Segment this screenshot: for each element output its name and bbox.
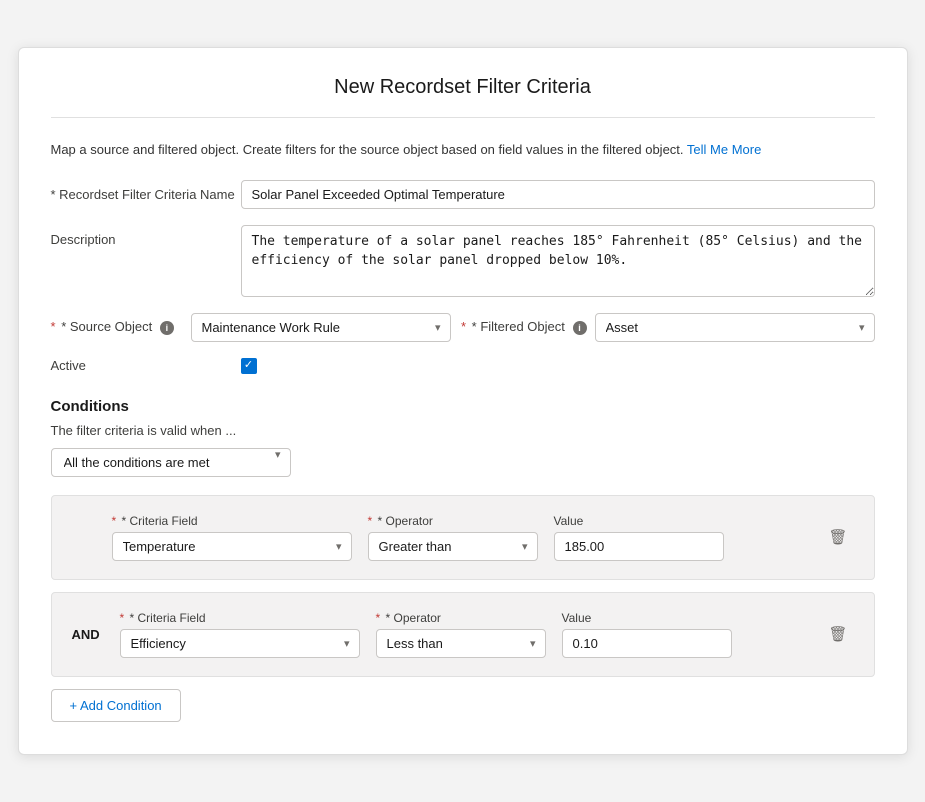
- condition-1-criteria-select-wrapper: Temperature ▾: [112, 532, 352, 561]
- condition-2-operator-group: * * Operator Less than Greater than Equa…: [376, 611, 546, 658]
- condition-2-operator-select-wrapper: Less than Greater than Equals ▾: [376, 629, 546, 658]
- modal-title: New Recordset Filter Criteria: [51, 76, 875, 118]
- filtered-object-label: * * Filtered Object i: [461, 319, 587, 335]
- condition-2-value-input[interactable]: [562, 629, 732, 658]
- modal-container: New Recordset Filter Criteria Map a sour…: [18, 47, 908, 755]
- condition-1-value-group: Value: [554, 514, 724, 561]
- condition-2-criteria-select[interactable]: Efficiency: [120, 629, 360, 658]
- source-object-info-icon[interactable]: i: [160, 321, 174, 335]
- description-textarea[interactable]: The temperature of a solar panel reaches…: [241, 225, 875, 297]
- filtered-object-info-icon[interactable]: i: [573, 321, 587, 335]
- condition-1-fields: * * Criteria Field Temperature ▾ * * Ope…: [112, 514, 811, 561]
- filtered-object-select[interactable]: Asset: [595, 313, 875, 342]
- condition-1-operator-select[interactable]: Greater than Less than Equals: [368, 532, 538, 561]
- active-checkbox[interactable]: ✓: [241, 358, 257, 374]
- condition-2-operator-label: * * Operator: [376, 611, 546, 625]
- filter-condition-dropdown-row: All the conditions are met Any the condi…: [51, 448, 875, 477]
- tell-me-more-link[interactable]: Tell Me More: [687, 142, 761, 157]
- checkbox-check-icon: ✓: [244, 360, 253, 371]
- condition-1-criteria-label: * * Criteria Field: [112, 514, 352, 528]
- condition-2-delete-button[interactable]: 🗑: [822, 619, 853, 649]
- conditions-subtitle: The filter criteria is valid when ...: [51, 423, 875, 438]
- name-label: * Recordset Filter Criteria Name: [51, 180, 241, 202]
- name-input[interactable]: [241, 180, 875, 209]
- add-condition-button[interactable]: + Add Condition: [51, 689, 181, 722]
- condition-2-value-label: Value: [562, 611, 732, 625]
- add-condition-label: + Add Condition: [70, 698, 162, 713]
- source-object-select[interactable]: Maintenance Work Rule: [191, 313, 451, 342]
- header-description: Map a source and filtered object. Create…: [51, 140, 875, 160]
- condition-2-criteria-label: * * Criteria Field: [120, 611, 360, 625]
- filter-condition-select[interactable]: All the conditions are met Any the condi…: [51, 448, 291, 477]
- active-row: Active ✓: [51, 358, 875, 374]
- source-filtered-row: * * Source Object i Maintenance Work Rul…: [51, 313, 875, 342]
- active-checkbox-container: ✓: [241, 358, 257, 374]
- condition-1-criteria-group: * * Criteria Field Temperature ▾: [112, 514, 352, 561]
- condition-2-fields: * * Criteria Field Efficiency ▾ * * Oper…: [120, 611, 811, 658]
- condition-1-operator-label: * * Operator: [368, 514, 538, 528]
- condition-2-and-label: AND: [72, 627, 108, 642]
- filter-condition-select-wrapper: All the conditions are met Any the condi…: [51, 448, 291, 477]
- description-field-row: Description The temperature of a solar p…: [51, 225, 875, 297]
- condition-2-value-group: Value: [562, 611, 732, 658]
- condition-2-criteria-select-wrapper: Efficiency ▾: [120, 629, 360, 658]
- description-label: Description: [51, 225, 241, 247]
- filtered-object-select-wrapper: Asset ▾: [595, 313, 875, 342]
- name-field-row: * Recordset Filter Criteria Name: [51, 180, 875, 209]
- required-star: *: [51, 319, 56, 334]
- condition-1-operator-select-wrapper: Greater than Less than Equals ▾: [368, 532, 538, 561]
- condition-row-1: * * Criteria Field Temperature ▾ * * Ope…: [51, 495, 875, 580]
- condition-1-operator-group: * * Operator Greater than Less than Equa…: [368, 514, 538, 561]
- condition-1-trash-icon: 🗑: [828, 528, 847, 546]
- filtered-required-star: *: [461, 319, 466, 334]
- conditions-title: Conditions: [51, 398, 875, 415]
- active-label: Active: [51, 358, 241, 373]
- condition-row-2: AND * * Criteria Field Efficiency ▾: [51, 592, 875, 677]
- condition-1-value-input[interactable]: [554, 532, 724, 561]
- source-object-label: * * Source Object i: [51, 319, 191, 335]
- condition-2-trash-icon: 🗑: [828, 625, 847, 643]
- condition-1-delete-button[interactable]: 🗑: [822, 522, 853, 552]
- condition-1-criteria-select[interactable]: Temperature: [112, 532, 352, 561]
- condition-2-criteria-group: * * Criteria Field Efficiency ▾: [120, 611, 360, 658]
- condition-2-operator-select[interactable]: Less than Greater than Equals: [376, 629, 546, 658]
- condition-1-value-label: Value: [554, 514, 724, 528]
- conditions-section: Conditions The filter criteria is valid …: [51, 398, 875, 722]
- source-object-select-wrapper: Maintenance Work Rule ▾: [191, 313, 451, 342]
